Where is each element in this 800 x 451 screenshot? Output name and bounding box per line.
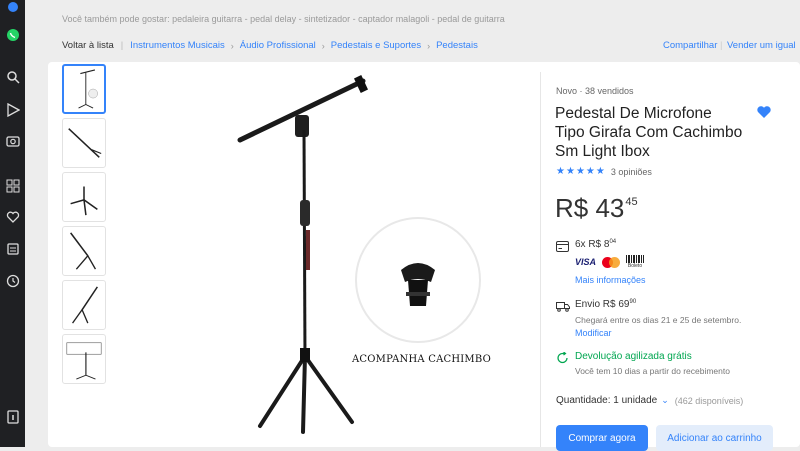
installments-cents: 04 bbox=[609, 239, 617, 245]
installments: 6x R$ 804 bbox=[575, 239, 616, 250]
search-icon[interactable] bbox=[4, 68, 21, 85]
return-detail: Você tem 10 dias a partir do recebimento bbox=[575, 366, 730, 376]
camera-icon[interactable] bbox=[4, 132, 21, 149]
quantity-label: Quantidade: 1 unidade bbox=[556, 395, 658, 406]
more-payment-info-link[interactable]: Mais informações bbox=[575, 275, 646, 285]
thumbnail-1[interactable] bbox=[62, 64, 106, 114]
installments-amount: 6x R$ 8 bbox=[575, 239, 610, 250]
mastercard-logo-icon bbox=[602, 256, 621, 268]
product-main-image[interactable] bbox=[120, 70, 530, 440]
review-count: 3 opiniões bbox=[610, 166, 652, 177]
breadcrumb: Voltar à lista | Instrumentos Musicais ›… bbox=[62, 40, 478, 51]
whatsapp-icon[interactable] bbox=[4, 26, 21, 43]
chevron-right-icon: › bbox=[230, 40, 234, 51]
action-divider: | bbox=[720, 40, 723, 51]
shipping-cost: Envio R$ 6990 bbox=[575, 299, 636, 310]
product-title: Pedestal De Microfone Tipo Girafa Com Ca… bbox=[555, 105, 743, 160]
star-icon: ★ bbox=[575, 166, 585, 177]
shipping-cents: 90 bbox=[629, 299, 637, 305]
breadcrumb-item-pedestais-suportes[interactable]: Pedestais e Suportes bbox=[331, 40, 421, 51]
browser-sidebar bbox=[0, 0, 25, 447]
heart-icon[interactable] bbox=[4, 208, 21, 225]
favorite-heart-icon[interactable] bbox=[756, 104, 772, 120]
boleto-label: Boleto bbox=[627, 263, 643, 269]
info-icon[interactable] bbox=[4, 408, 21, 425]
star-icon: ★ bbox=[585, 166, 595, 177]
grid-icon[interactable] bbox=[4, 177, 21, 194]
chevron-right-icon: › bbox=[427, 40, 431, 51]
share-link[interactable]: Compartilhar bbox=[663, 40, 717, 51]
thumbnail-5[interactable] bbox=[62, 280, 106, 330]
barcode-icon bbox=[626, 255, 645, 263]
breadcrumb-divider: | bbox=[120, 40, 124, 51]
wallet-icon[interactable] bbox=[4, 240, 21, 257]
back-to-list-link[interactable]: Voltar à lista bbox=[62, 40, 114, 51]
visa-logo: VISA bbox=[575, 257, 597, 267]
chevron-right-icon: › bbox=[321, 40, 325, 51]
breadcrumb-item-audio[interactable]: Áudio Profissional bbox=[240, 40, 316, 51]
price-cents: 45 bbox=[625, 196, 638, 208]
rating[interactable]: ★ ★ ★ ★ ★ 3 opiniões bbox=[556, 166, 652, 177]
return-icon bbox=[556, 351, 569, 364]
thumbnail-3[interactable] bbox=[62, 172, 106, 222]
boleto-logo: Boleto bbox=[626, 255, 645, 269]
thumbnail-2[interactable] bbox=[62, 118, 106, 168]
price: R$ 4345 bbox=[555, 193, 638, 224]
credit-card-icon bbox=[556, 239, 569, 252]
price-amount: R$ 43 bbox=[555, 193, 625, 223]
payment-methods: VISA Boleto bbox=[575, 255, 645, 269]
breadcrumb-item-pedestais[interactable]: Pedestais bbox=[436, 40, 478, 51]
thumbnail-4[interactable] bbox=[62, 226, 106, 276]
shipping-arrival: Chegará entre os dias 21 e 25 de setembr… bbox=[575, 315, 742, 325]
truck-icon bbox=[556, 299, 570, 312]
star-icon: ★ bbox=[556, 166, 565, 177]
thumbnail-6[interactable] bbox=[62, 334, 106, 384]
send-icon[interactable] bbox=[4, 101, 21, 118]
buy-now-button[interactable]: Comprar agora bbox=[556, 425, 648, 451]
column-divider bbox=[540, 72, 541, 447]
app-logo-icon[interactable] bbox=[4, 0, 21, 17]
star-icon: ★ bbox=[595, 166, 605, 177]
breadcrumb-item-instrumentos[interactable]: Instrumentos Musicais bbox=[130, 40, 225, 51]
condition-sold-count: Novo · 38 vendidos bbox=[556, 86, 634, 96]
free-return: Devolução agilizada grátis bbox=[575, 351, 692, 362]
add-to-cart-button[interactable]: Adicionar ao carrinho bbox=[656, 425, 773, 451]
modify-shipping-link[interactable]: Modificar bbox=[575, 328, 612, 338]
search-suggestions: Você também pode gostar: pedaleira guita… bbox=[62, 14, 505, 24]
chevron-down-icon: ⌄ bbox=[661, 395, 669, 405]
image-caption: ACOMPANHA CACHIMBO bbox=[352, 354, 491, 365]
history-icon[interactable] bbox=[4, 272, 21, 289]
sell-similar-link[interactable]: Vender um igual bbox=[727, 40, 796, 51]
star-icon: ★ bbox=[565, 166, 575, 177]
stock-available: (462 disponíveis) bbox=[674, 395, 744, 406]
quantity-selector[interactable]: Quantidade: 1 unidade ⌄ (462 disponíveis… bbox=[556, 395, 743, 406]
shipping-amount: Envio R$ 69 bbox=[575, 299, 630, 310]
